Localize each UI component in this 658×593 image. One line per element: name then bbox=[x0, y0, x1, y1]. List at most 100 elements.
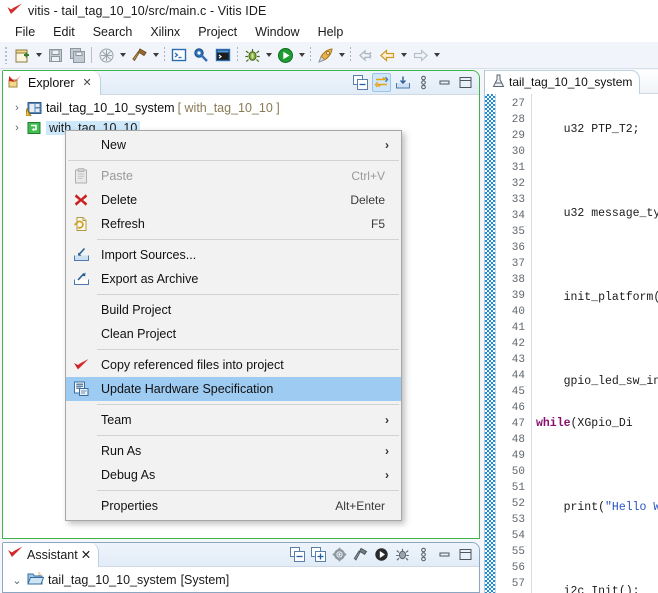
collapse-all-icon[interactable] bbox=[288, 545, 307, 564]
menu-item-label: Refresh bbox=[101, 217, 145, 231]
run-icon[interactable] bbox=[274, 44, 296, 66]
new-dropdown-arrow[interactable] bbox=[33, 44, 44, 66]
paste-icon bbox=[66, 164, 96, 188]
menu-item-copy-referenced-files[interactable]: Copy referenced files into project bbox=[66, 353, 401, 377]
chevron-right-icon[interactable]: › bbox=[11, 122, 23, 134]
no-icon bbox=[66, 463, 96, 487]
debug-bug-icon[interactable] bbox=[393, 545, 412, 564]
import-icon[interactable] bbox=[393, 73, 412, 92]
assistant-tree-item[interactable]: ⌄ s tail_tag_10_10_system [System] bbox=[3, 570, 479, 590]
line-number: 36 bbox=[511, 242, 525, 254]
menu-item-team[interactable]: Team › bbox=[66, 408, 401, 432]
assistant-view: Assistant ✕ ⌄ s tail_tag_10_10_system [S… bbox=[2, 542, 480, 593]
launch-dropdown-arrow[interactable] bbox=[336, 44, 347, 66]
menu-item-paste[interactable]: Paste Ctrl+V bbox=[66, 164, 401, 188]
menu-project[interactable]: Project bbox=[189, 24, 246, 40]
application-project-icon bbox=[26, 120, 43, 136]
minimize-icon[interactable] bbox=[435, 73, 454, 92]
import-sources-icon bbox=[66, 243, 96, 267]
line-number: 42 bbox=[511, 338, 525, 350]
back-dropdown-arrow[interactable] bbox=[398, 44, 409, 66]
build-all-icon[interactable] bbox=[95, 44, 117, 66]
submenu-chevron-icon: › bbox=[385, 444, 389, 458]
menu-item-refresh[interactable]: Refresh F5 bbox=[66, 212, 401, 236]
close-icon[interactable]: ✕ bbox=[81, 547, 91, 562]
tab-explorer[interactable]: Explorer ✕ bbox=[3, 70, 101, 95]
build-hammer-icon[interactable] bbox=[128, 44, 150, 66]
menu-window[interactable]: Window bbox=[246, 24, 308, 40]
view-menu-icon[interactable] bbox=[414, 545, 433, 564]
link-with-editor-icon[interactable] bbox=[372, 73, 391, 92]
back-icon[interactable] bbox=[376, 44, 398, 66]
menu-item-clean-project[interactable]: Clean Project bbox=[66, 322, 401, 346]
menu-search[interactable]: Search bbox=[84, 24, 142, 40]
view-menu-icon[interactable] bbox=[414, 73, 433, 92]
menu-item-properties[interactable]: Properties Alt+Enter bbox=[66, 494, 401, 518]
back-history-icon[interactable] bbox=[354, 44, 376, 66]
toolbar-grip[interactable] bbox=[2, 44, 11, 66]
line-number: 48 bbox=[511, 434, 525, 446]
menu-item-build-project[interactable]: Build Project bbox=[66, 298, 401, 322]
console-icon[interactable] bbox=[212, 44, 234, 66]
run-icon[interactable] bbox=[372, 545, 391, 564]
menu-item-label: Copy referenced files into project bbox=[101, 358, 284, 372]
maximize-icon[interactable] bbox=[456, 545, 475, 564]
menu-item-label: Import Sources... bbox=[101, 248, 197, 262]
menu-xilinx[interactable]: Xilinx bbox=[141, 24, 189, 40]
build-all-dropdown-arrow[interactable] bbox=[117, 44, 128, 66]
code-text-area[interactable]: u32 PTP_T2; u32 message_ty init_platform… bbox=[532, 94, 658, 593]
menu-item-update-hardware-specification[interactable]: Update Hardware Specification bbox=[66, 377, 401, 401]
assistant-tab-row: Assistant ✕ bbox=[3, 542, 479, 567]
menu-item-debug-as[interactable]: Debug As › bbox=[66, 463, 401, 487]
debug-dropdown-arrow[interactable] bbox=[263, 44, 274, 66]
menu-separator bbox=[97, 404, 399, 405]
menu-item-label: Team bbox=[101, 413, 132, 427]
menu-item-run-as[interactable]: Run As › bbox=[66, 439, 401, 463]
line-number: 56 bbox=[511, 562, 525, 574]
window-title: vitis - tail_tag_10_10/src/main.c - Viti… bbox=[28, 4, 267, 18]
terminal-icon[interactable] bbox=[168, 44, 190, 66]
run-dropdown-arrow[interactable] bbox=[296, 44, 307, 66]
keyword-while: while bbox=[536, 417, 571, 430]
settings-gear-icon[interactable] bbox=[330, 545, 349, 564]
toolbar-separator-2 bbox=[161, 44, 168, 66]
tab-editor-file[interactable]: tail_tag_10_10_system bbox=[485, 69, 641, 94]
line-number: 34 bbox=[511, 210, 525, 222]
tab-assistant[interactable]: Assistant ✕ bbox=[3, 542, 100, 567]
line-number: 47 bbox=[511, 418, 525, 430]
menu-item-import-sources[interactable]: Import Sources... bbox=[66, 243, 401, 267]
save-icon[interactable] bbox=[44, 44, 66, 66]
code-line-rest: (XGpio_Di bbox=[570, 417, 633, 430]
save-all-icon[interactable] bbox=[66, 44, 88, 66]
tree-item-system-project[interactable]: › ! tail_tag_10_10_system [ with_tag_10_… bbox=[3, 98, 479, 118]
new-icon[interactable] bbox=[11, 44, 33, 66]
debug-bug-icon[interactable] bbox=[241, 44, 263, 66]
program-device-icon[interactable] bbox=[190, 44, 212, 66]
collapse-all-icon[interactable] bbox=[351, 73, 370, 92]
code-line: init_platform( bbox=[536, 291, 658, 304]
menu-item-new[interactable]: New › bbox=[66, 133, 401, 157]
build-hammer-icon[interactable] bbox=[351, 545, 370, 564]
launch-rocket-icon[interactable] bbox=[314, 44, 336, 66]
close-icon[interactable]: ✕ bbox=[83, 76, 92, 89]
minimize-icon[interactable] bbox=[435, 545, 454, 564]
build-dropdown-arrow[interactable] bbox=[150, 44, 161, 66]
code-editor: tail_tag_10_10_system 27 28 29 30 31 32 … bbox=[484, 69, 658, 593]
menu-item-delete[interactable]: Delete Delete bbox=[66, 188, 401, 212]
chevron-right-icon[interactable]: › bbox=[11, 102, 23, 114]
system-project-icon: ! bbox=[24, 100, 43, 117]
forward-icon[interactable] bbox=[409, 44, 431, 66]
forward-dropdown-arrow[interactable] bbox=[431, 44, 442, 66]
annotation-ruler[interactable] bbox=[485, 94, 496, 593]
menu-help[interactable]: Help bbox=[309, 24, 353, 40]
chevron-down-icon[interactable]: ⌄ bbox=[11, 574, 23, 587]
update-hw-spec-icon bbox=[66, 377, 96, 401]
menu-item-export-as-archive[interactable]: Export as Archive bbox=[66, 267, 401, 291]
menu-edit[interactable]: Edit bbox=[44, 24, 84, 40]
maximize-icon[interactable] bbox=[456, 73, 475, 92]
line-number: 54 bbox=[511, 530, 525, 542]
menu-file[interactable]: File bbox=[6, 24, 44, 40]
expand-all-icon[interactable] bbox=[309, 545, 328, 564]
